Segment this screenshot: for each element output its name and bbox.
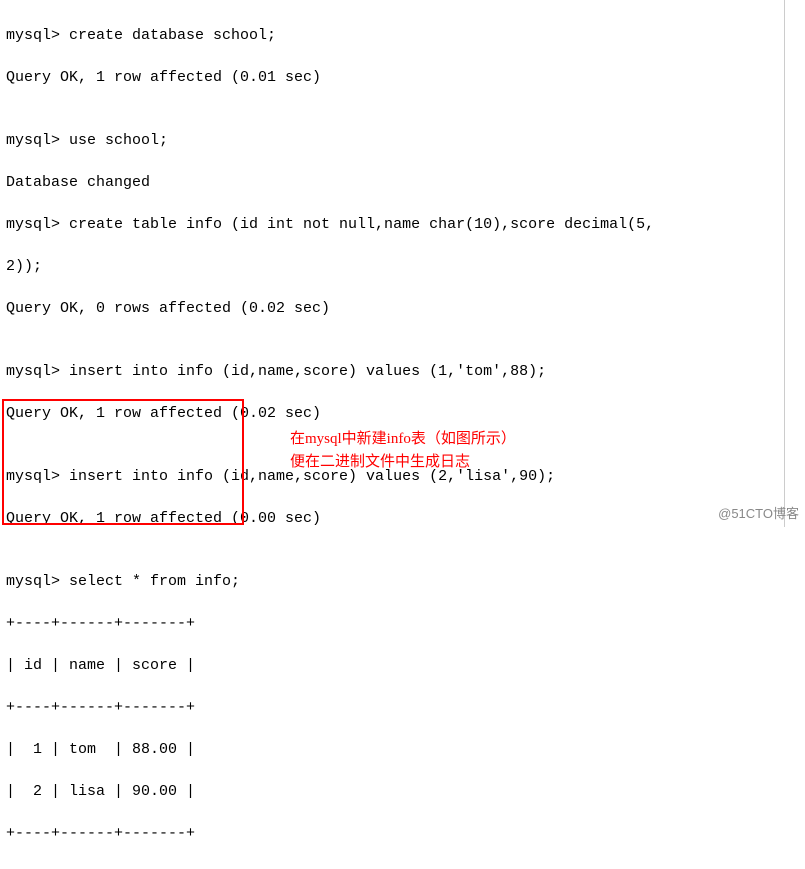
annotation-line: 在mysql中新建info表（如图所示） — [290, 428, 516, 451]
terminal-line: | id | name | score | — [6, 655, 799, 676]
terminal-line: Query OK, 1 row affected (0.02 sec) — [6, 403, 799, 424]
terminal-line: mysql> create table info (id int not nul… — [6, 214, 799, 235]
terminal-line: Database changed — [6, 172, 799, 193]
terminal-line: Query OK, 1 row affected (0.00 sec) — [6, 508, 799, 529]
vertical-rule — [784, 0, 785, 527]
terminal-line: mysql> insert into info (id,name,score) … — [6, 361, 799, 382]
annotation-text: 在mysql中新建info表（如图所示） 便在二进制文件中生成日志 — [290, 428, 516, 473]
terminal-line: +----+------+-------+ — [6, 823, 799, 844]
annotation-line: 便在二进制文件中生成日志 — [290, 451, 516, 474]
terminal-line: mysql> create database school; — [6, 25, 799, 46]
terminal-line: | 1 | tom | 88.00 | — [6, 739, 799, 760]
terminal-line: 2)); — [6, 256, 799, 277]
terminal-line: mysql> select * from info; — [6, 571, 799, 592]
terminal-line: mysql> use school; — [6, 130, 799, 151]
terminal-line: +----+------+-------+ — [6, 697, 799, 718]
terminal-line: +----+------+-------+ — [6, 613, 799, 634]
watermark-text: @51CTO博客 — [718, 505, 799, 523]
terminal-line: Query OK, 0 rows affected (0.02 sec) — [6, 298, 799, 319]
terminal-line: | 2 | lisa | 90.00 | — [6, 781, 799, 802]
terminal-line: Query OK, 1 row affected (0.01 sec) — [6, 67, 799, 88]
